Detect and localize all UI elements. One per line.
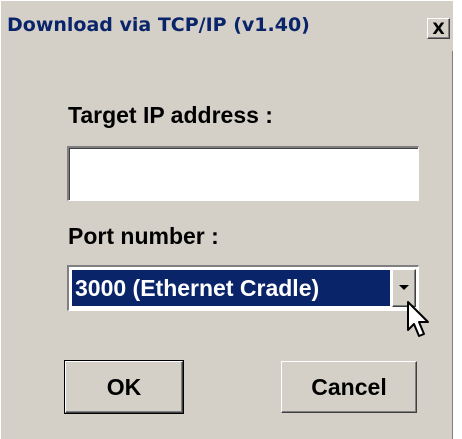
close-icon: X [432,18,445,38]
target-ip-label: Target IP address : [68,102,273,128]
cancel-button[interactable]: Cancel [281,361,417,413]
port-number-label: Port number : [68,223,219,249]
mouse-pointer-icon [407,301,429,337]
window-title: Download via TCP/IP (v1.40) [7,14,310,36]
download-tcpip-dialog: Download via TCP/IP (v1.40) X Target IP … [0,0,453,439]
close-button[interactable]: X [427,18,450,39]
title-bar[interactable]: Download via TCP/IP (v1.40) X [1,1,453,51]
background [452,0,462,438]
ok-button[interactable]: OK [64,360,184,414]
port-number-select[interactable]: 3000 (Ethernet Cradle) [67,265,419,311]
port-selected-value: 3000 (Ethernet Cradle) [72,270,390,306]
chevron-down-icon [399,285,409,290]
target-ip-input[interactable] [67,146,419,201]
